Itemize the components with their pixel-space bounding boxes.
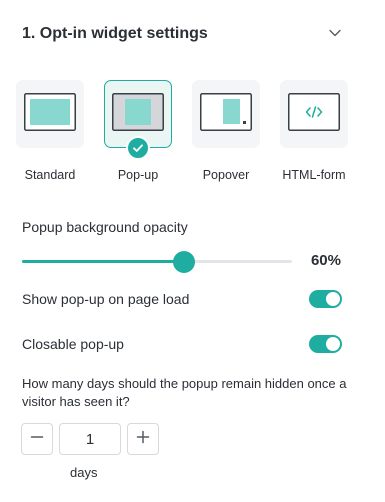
widget-label-html-form: HTML-form <box>282 168 346 182</box>
plus-icon <box>136 430 150 449</box>
chevron-down-icon[interactable] <box>327 25 343 41</box>
toggle-knob <box>326 337 340 351</box>
standard-layout-icon <box>24 92 76 136</box>
opacity-label: Popup background opacity <box>22 219 188 235</box>
section-header[interactable]: 1. Opt-in widget settings <box>22 22 345 46</box>
popover-layout-icon <box>200 92 252 136</box>
days-stepper <box>21 423 159 455</box>
days-unit-label: days <box>70 465 98 480</box>
code-icon <box>288 92 340 136</box>
widget-type-selector: Standard Pop-up Popover HTML-form <box>16 80 348 190</box>
widget-card-standard[interactable] <box>16 80 84 148</box>
widget-option-standard[interactable]: Standard <box>16 80 84 182</box>
widget-card-html-form[interactable] <box>280 80 348 148</box>
slider-fill <box>22 260 184 263</box>
widget-option-popover[interactable]: Popover <box>192 80 260 182</box>
days-input[interactable] <box>59 423 121 455</box>
toggle-knob <box>326 292 340 306</box>
minus-icon <box>30 430 44 449</box>
section-title: 1. Opt-in widget settings <box>22 25 208 42</box>
opacity-slider[interactable] <box>22 251 292 273</box>
decrement-button[interactable] <box>21 423 53 455</box>
days-question: How many days should the popup remain hi… <box>22 376 347 409</box>
popup-layout-icon <box>112 92 164 136</box>
opacity-value: 60% <box>310 252 341 269</box>
closable-row: Closable pop-up <box>22 333 342 355</box>
show-on-load-toggle[interactable] <box>309 290 342 308</box>
widget-card-popover[interactable] <box>192 80 260 148</box>
closable-toggle[interactable] <box>309 335 342 353</box>
selected-check-icon <box>126 136 150 160</box>
show-on-load-row: Show pop-up on page load <box>22 288 342 310</box>
widget-option-popup[interactable]: Pop-up <box>104 80 172 182</box>
widget-option-html-form[interactable]: HTML-form <box>280 80 348 182</box>
increment-button[interactable] <box>127 423 159 455</box>
opt-in-settings-panel: 1. Opt-in widget settings Standard Pop-u… <box>0 0 385 502</box>
show-on-load-label: Show pop-up on page load <box>22 291 190 307</box>
slider-thumb[interactable] <box>173 251 195 273</box>
closable-label: Closable pop-up <box>22 336 124 352</box>
